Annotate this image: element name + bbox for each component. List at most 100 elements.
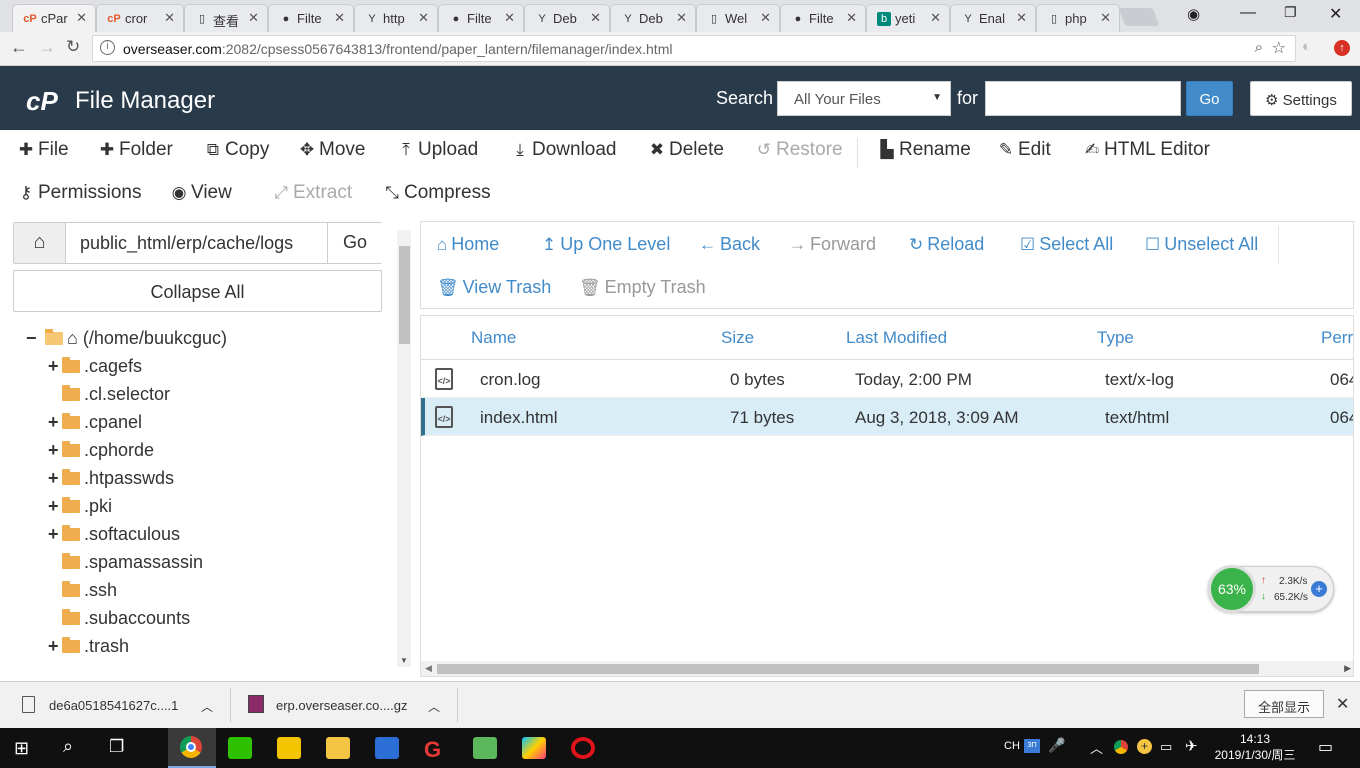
tree-item[interactable]: + .cagefs bbox=[48, 356, 142, 377]
nav-empty-trash-button[interactable]: 🗑 Empty Trash bbox=[579, 277, 706, 298]
close-icon[interactable]: ✕ bbox=[76, 10, 87, 26]
nav-unselect-all-button[interactable]: ☐ Unselect All bbox=[1145, 234, 1258, 255]
table-row[interactable]: </> cron.log 0 bytes Today, 2:00 PM text… bbox=[421, 360, 1353, 398]
tree-item[interactable]: .ssh bbox=[48, 580, 117, 601]
download-item-name[interactable]: de6a0518541627c....1 bbox=[49, 698, 178, 713]
new-file-button[interactable]: ✚ File bbox=[16, 139, 69, 161]
scroll-down-icon[interactable]: ▼ bbox=[400, 656, 408, 665]
permissions-button[interactable]: ⚷ Permissions bbox=[16, 182, 142, 204]
close-icon[interactable]: ✕ bbox=[334, 10, 345, 26]
cpanel-logo[interactable]: cP bbox=[26, 86, 58, 117]
microphone-icon[interactable]: 🎤 bbox=[1048, 737, 1065, 754]
nav-reload-button[interactable]: ↻ Reload bbox=[909, 234, 984, 255]
search-input[interactable] bbox=[985, 81, 1181, 116]
url-input[interactable]: i overseaser.com:2082/cpsess0567643813/f… bbox=[92, 35, 1296, 62]
input-method-indicator[interactable]: CH bbox=[1004, 740, 1020, 752]
tree-item[interactable]: + .softaculous bbox=[48, 524, 180, 545]
browser-tab[interactable]: ▯ 查看 ✕ bbox=[184, 4, 268, 32]
nav-up-one-level-button[interactable]: ↥ Up One Level bbox=[542, 234, 670, 255]
download-button[interactable]: ⤓ Download bbox=[510, 139, 616, 161]
close-icon[interactable]: ✕ bbox=[676, 10, 687, 26]
tree-item[interactable]: + .cphorde bbox=[48, 440, 154, 461]
restore-button[interactable]: ↺ Restore bbox=[754, 139, 843, 161]
spreadsheet-app-icon[interactable] bbox=[473, 737, 497, 759]
close-icon[interactable]: ✕ bbox=[1336, 694, 1349, 714]
expand-toggle-icon[interactable]: + bbox=[48, 412, 62, 433]
expand-toggle-icon[interactable]: + bbox=[48, 356, 62, 377]
browser-tab[interactable]: cP cror ✕ bbox=[96, 4, 184, 32]
search-scope-select[interactable]: All Your Files ▼ bbox=[777, 81, 951, 116]
home-icon[interactable]: ⌂ bbox=[14, 223, 66, 263]
app-g-icon[interactable]: G bbox=[424, 737, 448, 762]
update-icon[interactable]: ↑ bbox=[1334, 40, 1350, 56]
browser-tab[interactable]: Y Deb ✕ bbox=[610, 4, 696, 32]
search-go-button[interactable]: Go bbox=[1186, 81, 1233, 116]
nav-select-all-button[interactable]: ☑ Select All bbox=[1020, 234, 1113, 255]
horizontal-scrollbar[interactable]: ◀ ▶ bbox=[421, 661, 1353, 676]
scroll-right-icon[interactable]: ▶ bbox=[1344, 663, 1351, 674]
opera-icon[interactable] bbox=[571, 737, 595, 759]
system-clock[interactable]: 14:13 2019/1/30/周三 bbox=[1208, 731, 1302, 763]
browser-tab[interactable]: b yeti ✕ bbox=[866, 4, 950, 32]
extension-icon[interactable]: ◐ bbox=[1302, 38, 1311, 55]
tree-item[interactable]: .cl.selector bbox=[48, 384, 170, 405]
collapse-toggle-icon[interactable]: − bbox=[26, 328, 40, 349]
nav-forward-button[interactable]: → Forward bbox=[789, 234, 876, 255]
restore-window-icon[interactable]: ❐ bbox=[1284, 4, 1297, 21]
keyboard-icon[interactable]: ЗП bbox=[1024, 739, 1040, 753]
browser-tab[interactable]: ● Filte ✕ bbox=[268, 4, 354, 32]
column-header-size[interactable]: Size bbox=[721, 328, 754, 348]
tree-item[interactable]: + .cpanel bbox=[48, 412, 142, 433]
tree-item[interactable]: + .pki bbox=[48, 496, 112, 517]
windows-start-icon[interactable]: ⊞ bbox=[14, 738, 29, 759]
bookmark-star-icon[interactable]: ☆ bbox=[1272, 38, 1286, 58]
edit-button[interactable]: ✎ Edit bbox=[996, 139, 1051, 161]
notes-app-icon[interactable] bbox=[277, 737, 301, 759]
nav-view-trash-button[interactable]: 🗑 View Trash bbox=[437, 277, 551, 298]
memory-usage-gauge[interactable]: 63% bbox=[1208, 565, 1256, 613]
tree-item[interactable]: .subaccounts bbox=[48, 608, 190, 629]
search-icon[interactable]: ⌕ bbox=[63, 736, 73, 757]
chrome-tray-icon[interactable] bbox=[1114, 740, 1128, 754]
column-header-name[interactable]: Name bbox=[471, 328, 516, 348]
wps-writer-icon[interactable] bbox=[375, 737, 399, 759]
expand-toggle-icon[interactable]: + bbox=[48, 440, 62, 461]
nav-back-button[interactable]: ← Back bbox=[699, 234, 760, 255]
close-icon[interactable]: ✕ bbox=[930, 10, 941, 26]
column-header-last-modified[interactable]: Last Modified bbox=[846, 328, 947, 348]
delete-button[interactable]: ✖ Delete bbox=[647, 139, 724, 161]
info-icon[interactable]: i bbox=[100, 40, 115, 55]
move-button[interactable]: ✥ Move bbox=[297, 139, 366, 161]
close-icon[interactable]: ✕ bbox=[1100, 10, 1111, 26]
profile-icon[interactable]: ◉ bbox=[1187, 5, 1200, 23]
wechat-icon[interactable] bbox=[228, 737, 252, 759]
collapse-all-button[interactable]: Collapse All bbox=[13, 270, 382, 312]
close-window-icon[interactable]: ✕ bbox=[1329, 4, 1342, 24]
app-tiles-icon[interactable] bbox=[522, 737, 546, 759]
browser-tab[interactable]: Y Enal ✕ bbox=[950, 4, 1036, 32]
close-icon[interactable]: ✕ bbox=[504, 10, 515, 26]
extract-button[interactable]: ⤢ Extract bbox=[271, 182, 352, 204]
view-button[interactable]: ◉ View bbox=[169, 182, 232, 204]
table-row-selected[interactable]: </> index.html 71 bytes Aug 3, 2018, 3:0… bbox=[421, 398, 1353, 436]
reload-icon[interactable]: ↻ bbox=[66, 37, 80, 57]
close-icon[interactable]: ✕ bbox=[846, 10, 857, 26]
minimize-icon[interactable]: — bbox=[1240, 4, 1256, 22]
tree-item[interactable]: + .htpasswds bbox=[48, 468, 174, 489]
column-header-type[interactable]: Type bbox=[1097, 328, 1134, 348]
compress-button[interactable]: ⤡ Compress bbox=[382, 182, 490, 204]
expand-toggle-icon[interactable]: + bbox=[48, 496, 62, 517]
boost-plus-icon[interactable]: + bbox=[1311, 581, 1327, 597]
upload-button[interactable]: ⤒ Upload bbox=[396, 139, 478, 161]
expand-toggle-icon[interactable]: + bbox=[48, 524, 62, 545]
tree-root[interactable]: − ⌂ (/home/buukcguc) bbox=[26, 328, 227, 349]
file-explorer-icon[interactable] bbox=[326, 737, 350, 759]
chrome-taskbar-item[interactable] bbox=[168, 728, 216, 768]
show-all-downloads-button[interactable]: 全部显示 bbox=[1244, 690, 1324, 718]
copy-button[interactable]: ⧉ Copy bbox=[203, 139, 269, 161]
tree-item[interactable]: + .trash bbox=[48, 636, 129, 657]
chevron-up-icon[interactable]: ︿ bbox=[1090, 738, 1103, 757]
notification-icon[interactable]: ▭ bbox=[1318, 737, 1333, 757]
scrollbar-thumb[interactable] bbox=[437, 664, 1259, 674]
html-editor-button[interactable]: ✍ HTML Editor bbox=[1082, 139, 1210, 161]
